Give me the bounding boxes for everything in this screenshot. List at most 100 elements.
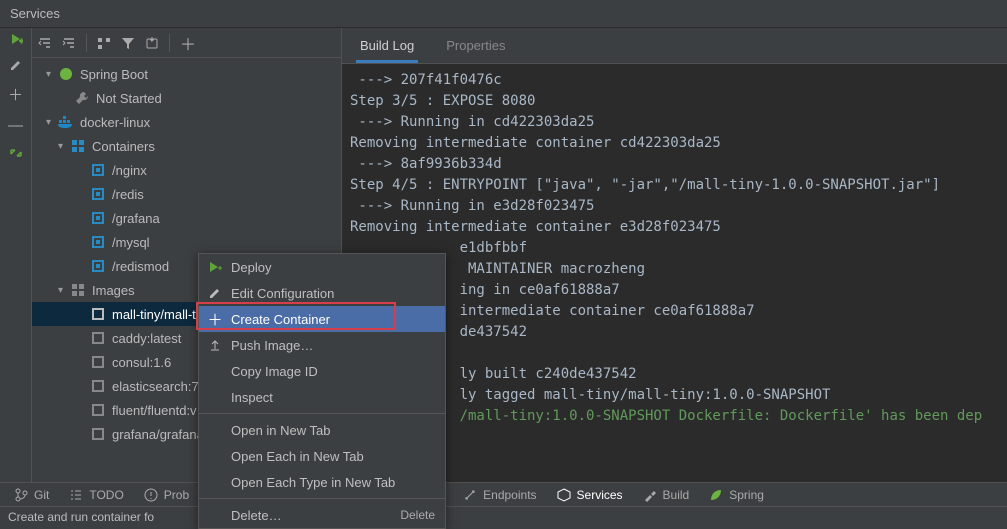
- tree-label: /grafana: [112, 211, 160, 226]
- tree-label: /redismod: [112, 259, 169, 274]
- plus-icon[interactable]: ＋: [8, 84, 23, 105]
- tree-node-container[interactable]: /mysql: [32, 230, 341, 254]
- tool-window-bar: Git TODO Prob Endpoints Services Build S…: [0, 482, 1007, 506]
- container-running-icon: [90, 162, 106, 178]
- menu-inspect[interactable]: Inspect: [199, 384, 445, 410]
- tree-node-container[interactable]: /nginx: [32, 158, 341, 182]
- edit-icon[interactable]: [9, 58, 23, 72]
- workspace: ＋ — ＋ ▾ Spring Boot Not St: [0, 28, 1007, 482]
- log-line: ---> 207f41f0476c: [350, 72, 502, 88]
- tool-todo[interactable]: TODO: [61, 486, 131, 504]
- grid-icon: [70, 138, 86, 154]
- services-icon: [557, 488, 571, 502]
- tree-label: consul:1.6: [112, 355, 171, 370]
- action-gutter: ＋ —: [0, 28, 32, 482]
- panel-title: Services: [0, 0, 1007, 28]
- log-line: ---> Running in e3d28f023475: [350, 198, 594, 214]
- tree-label: elasticsearch:7.: [112, 379, 202, 394]
- list-icon: [69, 488, 83, 502]
- image-context-menu: Deploy Edit Configuration ＋ Create Conta…: [198, 253, 446, 529]
- tree-node-containers[interactable]: ▾ Containers: [32, 134, 341, 158]
- tool-git[interactable]: Git: [6, 486, 57, 504]
- tree-toolbar: ＋: [32, 28, 341, 58]
- tree-node-container[interactable]: /grafana: [32, 206, 341, 230]
- endpoint-icon: [463, 488, 477, 502]
- tree-node-spring[interactable]: ▾ Spring Boot: [32, 62, 341, 86]
- collapse-all-icon[interactable]: [62, 36, 76, 50]
- run-icon[interactable]: [9, 32, 23, 46]
- tree-node-host[interactable]: ▾ docker-linux: [32, 110, 341, 134]
- log-line: ---> 8af9936b334d: [350, 156, 502, 172]
- menu-push-image[interactable]: Push Image…: [199, 332, 445, 358]
- tree-label: Spring Boot: [80, 67, 148, 82]
- tab-build-log[interactable]: Build Log: [356, 30, 418, 63]
- container-running-icon: [90, 210, 106, 226]
- plus-icon: ＋: [207, 309, 223, 330]
- tree-label: mall-tiny/mall-t: [112, 307, 196, 322]
- tool-services[interactable]: Services: [549, 486, 631, 504]
- tree-node-notstarted[interactable]: Not Started: [32, 86, 341, 110]
- tree-label: fluent/fluentd:v: [112, 403, 197, 418]
- save-layout-icon[interactable]: [145, 36, 159, 50]
- image-icon: [90, 378, 106, 394]
- separator: [169, 34, 170, 52]
- menu-open-each-type[interactable]: Open Each Type in New Tab: [199, 469, 445, 495]
- image-icon: [90, 426, 106, 442]
- log-line: Step 4/5 : ENTRYPOINT ["java", "-jar","/…: [350, 177, 940, 193]
- log-line: Step 3/5 : EXPOSE 8080: [350, 93, 535, 109]
- tab-properties[interactable]: Properties: [442, 30, 509, 63]
- log-line: Removing intermediate container cd422303…: [350, 135, 721, 151]
- branch-icon: [14, 488, 28, 502]
- separator: [86, 34, 87, 52]
- container-running-icon: [90, 186, 106, 202]
- menu-create-container[interactable]: ＋ Create Container: [199, 306, 445, 332]
- tree-label: Containers: [92, 139, 155, 154]
- tree-node-container[interactable]: /redis: [32, 182, 341, 206]
- menu-separator: [199, 498, 445, 499]
- image-icon: [90, 306, 106, 322]
- tool-build[interactable]: Build: [635, 486, 698, 504]
- hammer-icon: [643, 488, 657, 502]
- docker-icon: [58, 114, 74, 130]
- pencil-icon: [207, 286, 223, 300]
- upload-icon: [207, 338, 223, 352]
- menu-deploy[interactable]: Deploy: [199, 254, 445, 280]
- wrench-icon: [74, 90, 90, 106]
- menu-edit-config[interactable]: Edit Configuration: [199, 280, 445, 306]
- menu-open-new-tab[interactable]: Open in New Tab: [199, 417, 445, 443]
- menu-open-each-tab[interactable]: Open Each in New Tab: [199, 443, 445, 469]
- status-bar: Create and run container fo: [0, 506, 1007, 528]
- tool-endpoints[interactable]: Endpoints: [455, 486, 544, 504]
- tool-problems[interactable]: Prob: [136, 486, 197, 504]
- tree-label: docker-linux: [80, 115, 150, 130]
- image-icon: [90, 330, 106, 346]
- tree-label: Images: [92, 283, 135, 298]
- filter-icon[interactable]: [121, 36, 135, 50]
- tree-label: Not Started: [96, 91, 162, 106]
- warning-icon: [144, 488, 158, 502]
- tree-label: caddy:latest: [112, 331, 181, 346]
- minus-icon[interactable]: —: [8, 117, 23, 134]
- tree-label: grafana/grafana: [112, 427, 204, 442]
- container-running-icon: [90, 258, 106, 274]
- log-line: Removing intermediate container e3d28f02…: [350, 219, 721, 235]
- menu-copy-id[interactable]: Copy Image ID: [199, 358, 445, 384]
- run-plus-icon: [207, 260, 223, 274]
- grid-icon: [70, 282, 86, 298]
- expand-out-icon[interactable]: [9, 146, 23, 160]
- detail-tabs: Build Log Properties: [342, 28, 1007, 64]
- shortcut-hint: Delete: [400, 508, 435, 522]
- container-running-icon: [90, 234, 106, 250]
- tool-spring[interactable]: Spring: [701, 486, 772, 504]
- menu-separator: [199, 413, 445, 414]
- tree-label: /redis: [112, 187, 144, 202]
- expand-all-icon[interactable]: [38, 36, 52, 50]
- tree-label: /nginx: [112, 163, 147, 178]
- add-service-icon[interactable]: ＋: [180, 31, 196, 55]
- spring-leaf-icon: [709, 488, 723, 502]
- log-line: ---> Running in cd422303da25: [350, 114, 594, 130]
- spring-icon: [58, 66, 74, 82]
- menu-delete[interactable]: Delete… Delete: [199, 502, 445, 528]
- tree-label: /mysql: [112, 235, 150, 250]
- group-by-icon[interactable]: [97, 36, 111, 50]
